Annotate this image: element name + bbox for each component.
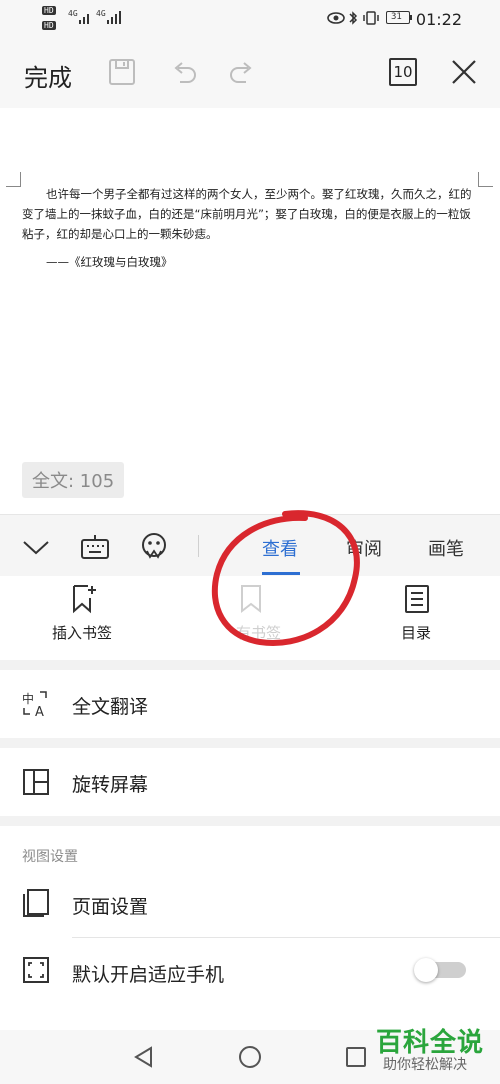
- battery-tip: [410, 15, 412, 20]
- section-title: 视图设置: [22, 849, 78, 865]
- network-type-1: 4G: [68, 9, 78, 18]
- toc-button[interactable]: 目录: [401, 622, 431, 643]
- document-source[interactable]: ——《红玫瑰与白玫瑰》: [46, 254, 173, 270]
- translate-icon: 中A: [22, 690, 50, 718]
- back-icon[interactable]: [132, 1045, 156, 1069]
- undo-icon[interactable]: [170, 60, 198, 86]
- close-icon[interactable]: [450, 58, 478, 86]
- assistant-icon[interactable]: [139, 532, 169, 560]
- tab-divider: [198, 535, 199, 557]
- network-type-2: 4G: [96, 9, 106, 18]
- bookmark-add-icon[interactable]: [70, 584, 98, 614]
- fit-phone-toggle[interactable]: [414, 958, 466, 982]
- rotate-label: 旋转屏幕: [72, 774, 149, 796]
- battery-level: 31: [391, 12, 402, 22]
- chevron-down-icon[interactable]: [22, 537, 50, 557]
- menu-row-rotate[interactable]: 旋转屏幕: [0, 748, 500, 816]
- vibrate-icon: [362, 10, 380, 26]
- home-icon[interactable]: [238, 1045, 262, 1069]
- rotate-screen-icon: [22, 768, 50, 796]
- toc-icon[interactable]: [404, 584, 430, 614]
- clock: 01:22: [415, 10, 462, 29]
- hd-badge-2: HD: [42, 21, 56, 30]
- annotation-circle: [205, 506, 369, 654]
- word-count-badge: 全文: 105: [22, 462, 125, 498]
- page-settings-icon: [22, 888, 50, 918]
- toggle-knob: [414, 958, 438, 982]
- signal-icon-2: [106, 10, 122, 24]
- battery-icon: 31: [386, 11, 410, 24]
- recents-icon[interactable]: [345, 1046, 367, 1068]
- insert-bookmark-button[interactable]: 插入书签: [52, 622, 112, 643]
- menu-row-translate[interactable]: 中A 全文翻译: [0, 670, 500, 738]
- translate-label: 全文翻译: [72, 696, 149, 718]
- save-icon[interactable]: [108, 58, 136, 86]
- hd-badge-1: HD: [42, 6, 56, 15]
- document-area[interactable]: 也许每一个男子全都有过这样的两个女人，至少两个。娶了红玫瑰，久而久之，红的变了墙…: [0, 108, 500, 514]
- editor-toolbar: 完成 10: [0, 38, 500, 109]
- crop-mark-left: [6, 172, 21, 187]
- eye-icon: [327, 11, 345, 25]
- watermark-subtitle: 助你轻松解决: [383, 1057, 467, 1073]
- tab-pen[interactable]: 画笔: [428, 535, 464, 561]
- signal-icon: [78, 10, 92, 24]
- svg-text:A: A: [35, 705, 44, 718]
- page-settings-label: 页面设置: [72, 896, 149, 918]
- done-button[interactable]: 完成: [24, 58, 72, 93]
- status-bar: HD HD 4G 4G 31 01:22: [0, 0, 500, 38]
- fit-phone-label: 默认开启适应手机: [72, 964, 225, 986]
- bluetooth-icon: [348, 10, 358, 26]
- fit-screen-icon: [22, 956, 50, 984]
- redo-icon[interactable]: [228, 60, 256, 86]
- page-count-button[interactable]: 10: [389, 58, 417, 86]
- keyboard-icon[interactable]: [80, 532, 110, 560]
- menu-row-page-settings[interactable]: 页面设置: [0, 872, 500, 936]
- svg-text:中: 中: [22, 691, 34, 706]
- document-paragraph[interactable]: 也许每一个男子全都有过这样的两个女人，至少两个。娶了红玫瑰，久而久之，红的变了墙…: [22, 184, 482, 244]
